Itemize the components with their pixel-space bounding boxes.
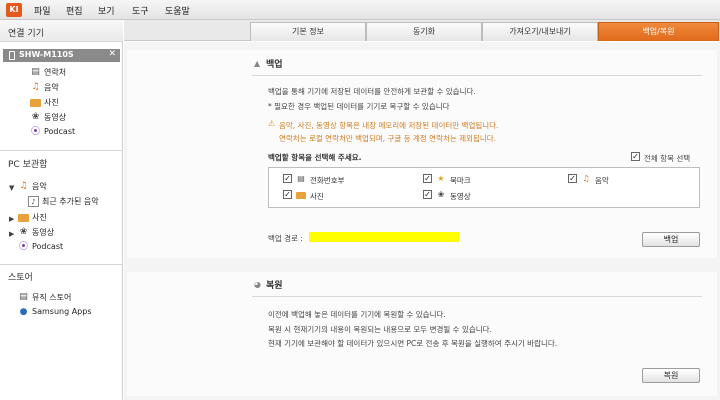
- restore-button[interactable]: 복원: [642, 368, 700, 383]
- tab-import-export[interactable]: 가져오기/내보내기: [482, 22, 598, 41]
- music-icon: ♫: [19, 181, 28, 191]
- music-store-icon: ▤: [19, 292, 28, 302]
- sidebar-item-label: 사진: [32, 213, 47, 222]
- select-all-label: 전체 항목 선택: [644, 154, 691, 163]
- backup-path-label: 백업 경로 :: [268, 234, 303, 243]
- music-checkbox[interactable]: ✓: [568, 174, 577, 183]
- restore-icon: ◕: [254, 280, 261, 289]
- videos-checkbox[interactable]: ✓: [423, 190, 432, 199]
- divider: [252, 75, 702, 76]
- tab-bar: 기본 정보 동기화 가져오기/내보내기 백업/복원: [124, 20, 720, 41]
- sidebar-item-label: Podcast: [44, 127, 76, 136]
- sidebar-item-label: 동영상: [44, 113, 67, 122]
- video-icon: ❀: [437, 190, 445, 199]
- select-all-checkbox[interactable]: ✓: [631, 152, 640, 161]
- backup-desc-1: 백업을 통해 기기에 저장된 데이터를 안전하게 보관할 수 있습니다.: [268, 87, 476, 96]
- backup-select-prompt: 백업할 항목을 선택해 주세요.: [268, 153, 362, 162]
- podcast-icon: ⦿: [18, 242, 28, 252]
- restore-desc-1: 이전에 백업해 놓은 데이터를 기기에 복원할 수 있습니다.: [268, 310, 446, 319]
- bookmark-checkbox[interactable]: ✓: [423, 174, 432, 183]
- sidebar-item-label: 최근 추가된 음악: [42, 197, 99, 206]
- phone-icon: [9, 51, 15, 60]
- photo-icon: [18, 214, 29, 222]
- pc-library-header: PC 보관함: [8, 160, 48, 170]
- photo-icon: [296, 192, 306, 199]
- sidebar-item-label: 음악: [32, 182, 47, 191]
- chevron-down-icon[interactable]: ▼: [9, 184, 14, 192]
- bookmark-icon: ★: [437, 174, 445, 183]
- menubar: KI 파일 편집 보기 도구 도움말: [0, 0, 720, 20]
- sidebar-item-label: 음악: [44, 83, 59, 92]
- chevron-right-icon[interactable]: ▶: [9, 215, 14, 223]
- sidebar-item-label: Samsung Apps: [32, 307, 92, 316]
- backup-button[interactable]: 백업: [642, 232, 700, 247]
- app-logo-icon: KI: [6, 3, 22, 17]
- restore-desc-3: 현재 기기에 보관해야 할 데이터가 있으시면 PC로 전송 후 복원을 실행하…: [268, 339, 558, 348]
- podcast-icon: ⦿: [30, 127, 40, 137]
- samsung-apps-icon: ●: [19, 307, 28, 317]
- backup-icon: ▲: [254, 59, 261, 68]
- restore-desc-2: 복원 시 현재기기의 내용이 복원되는 내용으로 모두 변경될 수 있습니다.: [268, 325, 492, 334]
- music-icon: ♫: [31, 82, 40, 92]
- device-name: SHW-M110S: [19, 50, 74, 59]
- backup-item-label: 동영상: [450, 192, 471, 201]
- backup-items-box: ✓ ▤ 전화번호부 ✓ ★ 북마크 ✓ ♫ 음악 ✓ 사진 ✓ ❀ 동영상: [268, 167, 700, 208]
- connected-devices-header: 연결 기기: [0, 20, 123, 42]
- menu-tools[interactable]: 도구: [132, 4, 149, 17]
- backup-panel: [127, 50, 717, 258]
- device-selector[interactable]: SHW-M110S ✕: [3, 49, 120, 62]
- menu-file[interactable]: 파일: [34, 4, 51, 17]
- sidebar-item-label: 동영상: [32, 228, 55, 237]
- backup-warning-2: 연락처는 로컬 연락처만 백업되며, 구글 등 계정 연락처는 제외됩니다.: [279, 134, 497, 143]
- phonebook-icon: ▤: [297, 174, 305, 183]
- photo-icon: [30, 99, 41, 107]
- note-icon: ♪: [28, 196, 39, 207]
- divider: [0, 264, 123, 265]
- backup-item-label: 음악: [595, 176, 609, 185]
- restore-title: 복원: [266, 281, 283, 291]
- menu-help[interactable]: 도움말: [165, 4, 190, 17]
- store-header: 스토어: [8, 273, 33, 283]
- photos-checkbox[interactable]: ✓: [283, 190, 292, 199]
- tab-sync[interactable]: 동기화: [366, 22, 482, 41]
- tab-basic-info[interactable]: 기본 정보: [250, 22, 366, 41]
- backup-item-label: 북마크: [450, 176, 471, 185]
- sidebar: 연결 기기 SHW-M110S ✕ ▤ 연락처 ♫ 음악 사진 ❀ 동영상 ⦿ …: [0, 20, 123, 400]
- phonebook-checkbox[interactable]: ✓: [283, 174, 292, 183]
- backup-warning-1: 음악, 사진, 동영상 항목은 내장 메모리에 저장된 데이터만 백업됩니다.: [279, 121, 499, 130]
- contacts-icon: ▤: [31, 67, 40, 77]
- video-icon: ❀: [31, 112, 40, 122]
- backup-title: 백업: [266, 60, 283, 70]
- sidebar-item-label: 뮤직 스토어: [32, 293, 72, 302]
- divider: [0, 150, 123, 151]
- video-icon: ❀: [19, 227, 28, 237]
- backup-path-field[interactable]: [309, 232, 459, 242]
- menu-view[interactable]: 보기: [98, 4, 115, 17]
- warning-icon: ⚠: [268, 119, 276, 128]
- sidebar-item-label: 사진: [44, 98, 59, 107]
- sidebar-item-label: Podcast: [32, 242, 64, 251]
- backup-item-label: 사진: [310, 192, 324, 201]
- music-icon: ♫: [582, 174, 590, 183]
- menu-edit[interactable]: 편집: [66, 4, 83, 17]
- chevron-right-icon[interactable]: ▶: [9, 230, 14, 238]
- sidebar-item-label: 연락처: [44, 68, 67, 77]
- backup-item-label: 전화번호부: [310, 176, 345, 185]
- close-icon[interactable]: ✕: [108, 49, 116, 59]
- backup-desc-2: * 필요한 경우 백업된 데이터를 기기로 복구할 수 있습니다: [268, 102, 450, 111]
- divider: [252, 296, 702, 297]
- tab-backup-restore[interactable]: 백업/복원: [598, 22, 719, 41]
